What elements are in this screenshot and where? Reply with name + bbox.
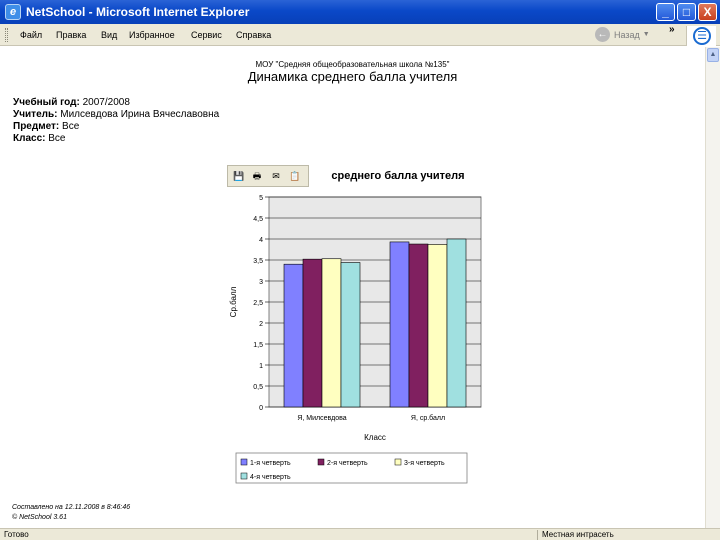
close-button[interactable]: X xyxy=(698,3,717,21)
copy-icon[interactable]: 📋 xyxy=(288,169,302,183)
legend-swatch xyxy=(394,458,402,466)
y-tick-label: 1,5 xyxy=(253,342,263,349)
statusbar: Готово Местная интрасеть xyxy=(0,528,720,540)
chevron-down-icon[interactable]: ▼ xyxy=(643,31,650,38)
y-tick-label: 5 xyxy=(259,195,263,202)
y-tick-label: 0,5 xyxy=(253,384,263,391)
legend-swatch xyxy=(240,472,248,480)
status-text: Готово xyxy=(4,530,29,539)
status-zone: Местная интрасеть xyxy=(542,530,614,539)
page-content: МОУ "Средняя общеобразовательная школа №… xyxy=(0,47,705,528)
legend-label: 1-я четверть xyxy=(250,460,291,467)
menubar: Файл Правка Вид Избранное Сервис Справка… xyxy=(0,24,720,46)
minimize-button[interactable]: _ xyxy=(656,3,675,21)
y-tick-label: 4,5 xyxy=(253,216,263,223)
created-timestamp: Составлено на 12.11.2008 в 8:46:46 xyxy=(12,504,131,511)
y-tick-label: 2 xyxy=(259,321,263,328)
windows-flag-icon: ☰ xyxy=(686,26,716,46)
back-arrow-icon: ← xyxy=(595,27,610,42)
status-divider xyxy=(537,530,538,540)
print-icon[interactable]: 🖶 xyxy=(250,169,264,183)
x-tick-label: Я, Милсевдова xyxy=(297,415,346,422)
bar xyxy=(446,238,467,408)
y-axis-label: Ср.балл xyxy=(229,286,238,317)
x-tick-label: Я, ср.балл xyxy=(411,414,445,422)
bar xyxy=(427,244,448,408)
back-label: Назад xyxy=(614,29,640,40)
maximize-button[interactable]: □ xyxy=(677,3,696,21)
legend-label: 3-я четверть xyxy=(404,460,445,467)
copyright: © NetSchool 3.61 xyxy=(12,514,67,521)
back-button[interactable]: ← Назад ▼ xyxy=(595,27,650,43)
y-tick-label: 3,5 xyxy=(253,258,263,265)
toolbar-overflow-chevron[interactable]: » xyxy=(669,24,675,35)
menu-tools[interactable]: Сервис xyxy=(191,30,222,40)
bar xyxy=(340,262,361,408)
bar xyxy=(408,243,429,408)
ie-page-icon: e xyxy=(5,4,21,20)
vertical-scrollbar[interactable]: ▲ xyxy=(705,47,720,528)
bar xyxy=(321,258,342,408)
save-icon[interactable]: 💾 xyxy=(232,169,246,183)
menu-edit[interactable]: Правка xyxy=(56,30,86,40)
toolbar-grip[interactable] xyxy=(5,28,8,42)
y-tick-label: 1 xyxy=(259,363,263,370)
legend-label: 2-я четверть xyxy=(327,460,368,467)
y-tick-label: 4 xyxy=(259,237,263,244)
y-tick-label: 0 xyxy=(259,405,263,412)
bar xyxy=(302,258,323,408)
legend-swatch xyxy=(317,458,325,466)
chart-title: среднего балла учителя xyxy=(331,170,464,182)
legend-swatch xyxy=(240,458,248,466)
window-title: NetSchool - Microsoft Internet Explorer xyxy=(26,5,250,19)
y-tick-label: 3 xyxy=(259,279,263,286)
chart-toolbar: 💾 🖶 ✉ 📋 xyxy=(227,165,309,187)
menu-favorites[interactable]: Избранное xyxy=(129,30,175,40)
email-icon[interactable]: ✉ xyxy=(269,169,283,183)
chart: среднего балла учителя 0 0,5 1 1,5 2 2,5 3 3,5 4 4… xyxy=(229,170,482,484)
legend-label: 4-я четверть xyxy=(250,474,291,481)
menu-view[interactable]: Вид xyxy=(101,30,117,40)
bar xyxy=(283,263,304,408)
x-axis-label: Класс xyxy=(364,433,386,442)
menu-file[interactable]: Файл xyxy=(20,30,42,40)
bar xyxy=(389,241,410,408)
menu-help[interactable]: Справка xyxy=(236,30,271,40)
window-titlebar[interactable]: e NetSchool - Microsoft Internet Explore… xyxy=(0,0,720,24)
scroll-up-arrow-icon[interactable]: ▲ xyxy=(707,48,719,62)
y-tick-label: 2,5 xyxy=(253,300,263,307)
